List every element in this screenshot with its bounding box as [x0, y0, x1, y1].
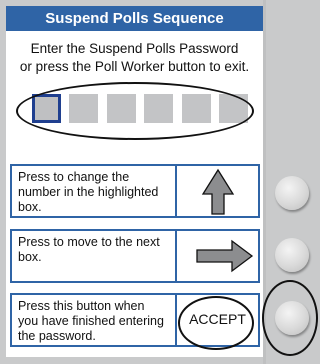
- screen-title: Suspend Polls Sequence: [6, 6, 263, 31]
- row-description: Press to change the number in the highli…: [18, 170, 159, 214]
- instruction-line-2: or press the Poll Worker button to exit.: [19, 59, 250, 74]
- row-description: Press this button when you have finished…: [18, 299, 164, 343]
- up-arrow-icon: [177, 166, 258, 216]
- instruction-line-1: Enter the Suspend Polls Password: [30, 41, 239, 56]
- hardware-button-annotation-oval: [262, 280, 318, 356]
- row-description: Press to move to the next box.: [18, 235, 160, 264]
- hardware-button-up[interactable]: [275, 176, 309, 210]
- instruction-text: Enter the Suspend Polls Password or pres…: [6, 40, 263, 76]
- password-annotation-oval: [16, 82, 254, 140]
- instruction-row-change-number: Press to change the number in the highli…: [10, 164, 260, 218]
- hardware-button-right[interactable]: [275, 238, 309, 272]
- accept-annotation-oval: [178, 296, 254, 350]
- right-arrow-icon: [177, 231, 258, 281]
- instruction-row-next-box: Press to move to the next box.: [10, 229, 260, 283]
- screen-panel: Suspend Polls Sequence Enter the Suspend…: [6, 6, 263, 357]
